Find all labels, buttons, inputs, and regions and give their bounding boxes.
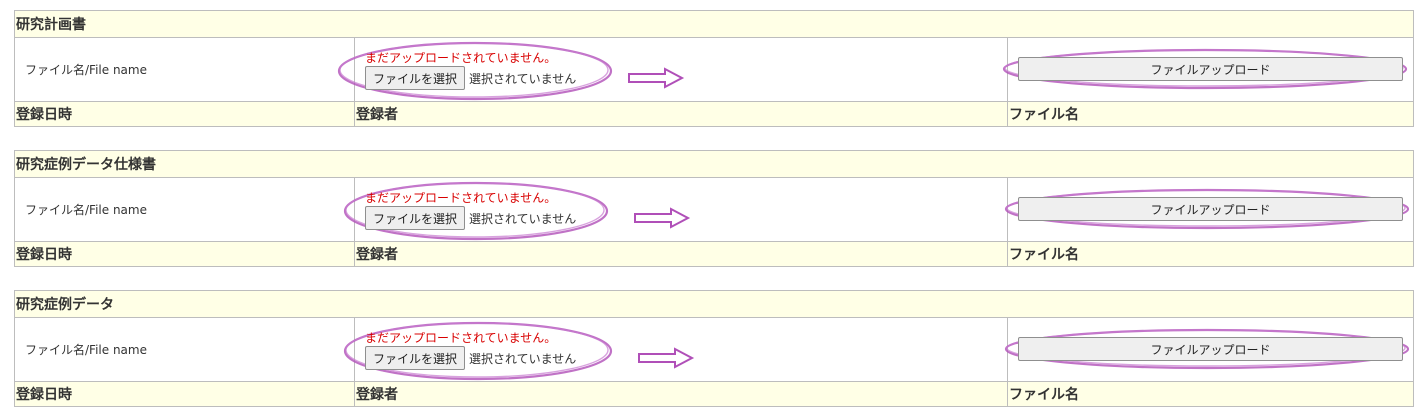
col-registered-date: 登録日時: [14, 101, 355, 127]
section-case-data: 研究症例データ ファイル名/File name まだアップロードされていません。…: [13, 290, 1415, 407]
file-upload-button[interactable]: ファイルアップロード: [1018, 337, 1403, 361]
no-file-selected-text: 選択されていません: [469, 71, 577, 86]
file-row: ファイル名/File name まだアップロードされていません。 ファイルを選択…: [14, 317, 1415, 382]
file-name-label: ファイル名/File name: [14, 37, 355, 102]
col-file-name: ファイル名: [1007, 101, 1414, 127]
arrow-right-icon: [634, 207, 691, 229]
list-header-row: 登録日時 登録者 ファイル名: [14, 241, 1415, 267]
section-title: 研究症例データ: [13, 290, 1415, 318]
file-row: ファイル名/File name まだアップロードされていません。 ファイルを選択…: [14, 37, 1414, 102]
file-name-label: ファイル名/File name: [14, 317, 355, 382]
col-registrant: 登録者: [354, 241, 1008, 267]
col-file-name: ファイル名: [1006, 241, 1415, 267]
upload-table: 研究計画書 ファイル名/File name まだアップロードされていません。 フ…: [14, 10, 1414, 127]
arrow-right-icon: [628, 67, 685, 89]
upload-cell: ファイルアップロード: [1002, 37, 1414, 102]
file-picker: ファイルを選択 選択されていません: [365, 206, 576, 230]
file-upload-button[interactable]: ファイルアップロード: [1018, 197, 1403, 221]
col-registered-date: 登録日時: [14, 381, 355, 407]
section-title: 研究計画書: [14, 10, 1414, 38]
list-header-row: 登録日時 登録者 ファイル名: [14, 381, 1415, 407]
section-research-plan: 研究計画書 ファイル名/File name まだアップロードされていません。 フ…: [14, 10, 1414, 127]
upload-cell: ファイルアップロード: [1004, 177, 1415, 242]
file-name-label: ファイル名/File name: [14, 177, 355, 242]
upload-page: 研究計画書 ファイル名/File name まだアップロードされていません。 フ…: [0, 0, 1426, 417]
upload-table: 研究症例データ ファイル名/File name まだアップロードされていません。…: [13, 290, 1415, 407]
not-uploaded-status: まだアップロードされていません。: [365, 191, 557, 205]
file-picker: ファイルを選択 選択されていません: [365, 346, 576, 370]
choose-file-button[interactable]: ファイルを選択: [365, 346, 466, 370]
upload-table: 研究症例データ仕様書 ファイル名/File name まだアップロードされていま…: [13, 150, 1415, 267]
choose-file-button[interactable]: ファイルを選択: [365, 206, 466, 230]
col-registrant: 登録者: [354, 101, 1008, 127]
choose-file-button[interactable]: ファイルを選択: [365, 66, 466, 90]
not-uploaded-status: まだアップロードされていません。: [365, 331, 557, 345]
file-picker: ファイルを選択 選択されていません: [365, 66, 576, 90]
file-input-cell: まだアップロードされていません。 ファイルを選択 選択されていません: [337, 37, 1008, 102]
col-file-name: ファイル名: [1006, 381, 1415, 407]
upload-cell: ファイルアップロード: [1004, 317, 1415, 382]
file-row: ファイル名/File name まだアップロードされていません。 ファイルを選択…: [14, 177, 1415, 242]
section-title: 研究症例データ仕様書: [13, 150, 1415, 178]
section-case-data-spec: 研究症例データ仕様書 ファイル名/File name まだアップロードされていま…: [13, 150, 1415, 267]
file-input-cell: まだアップロードされていません。 ファイルを選択 選択されていません: [343, 177, 1008, 242]
arrow-right-icon: [638, 347, 695, 369]
list-header-row: 登録日時 登録者 ファイル名: [14, 101, 1414, 127]
col-registrant: 登録者: [354, 381, 1008, 407]
no-file-selected-text: 選択されていません: [469, 351, 577, 366]
not-uploaded-status: まだアップロードされていません。: [365, 51, 557, 65]
file-input-cell: まだアップロードされていません。 ファイルを選択 選択されていません: [343, 317, 1008, 382]
no-file-selected-text: 選択されていません: [469, 211, 577, 226]
col-registered-date: 登録日時: [14, 241, 355, 267]
file-upload-button[interactable]: ファイルアップロード: [1018, 57, 1403, 81]
